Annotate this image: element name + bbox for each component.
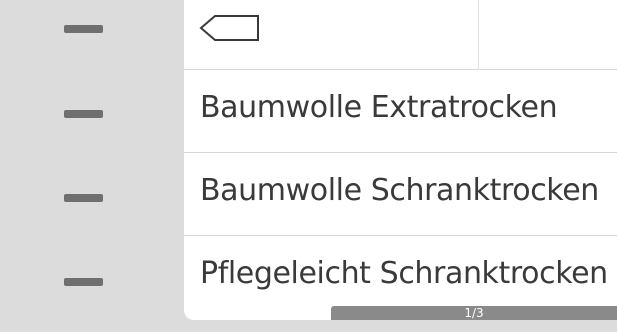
header-divider — [478, 0, 479, 70]
program-list-panel: Baumwolle Extratrocken Baumwolle Schrank… — [184, 0, 617, 320]
row-marker-3 — [64, 194, 103, 202]
program-item-baumwolle-extratrocken[interactable]: Baumwolle Extratrocken — [184, 70, 617, 153]
dryer-program-screen: Baumwolle Extratrocken Baumwolle Schrank… — [0, 0, 617, 332]
program-item-label: Baumwolle Extratrocken — [200, 90, 558, 125]
page-indicator-label: 1/3 — [464, 306, 484, 320]
row-marker-1 — [64, 25, 103, 33]
back-arrow-tag-icon — [199, 15, 259, 41]
list-header — [184, 0, 617, 70]
row-marker-2 — [64, 110, 103, 118]
row-marker-4 — [64, 278, 103, 286]
page-indicator: 1/3 — [331, 306, 617, 320]
back-button[interactable] — [198, 12, 262, 46]
program-item-label: Pflegeleicht Schranktrocken — [200, 256, 608, 291]
program-item-baumwolle-schranktrocken[interactable]: Baumwolle Schranktrocken — [184, 153, 617, 236]
program-item-label: Baumwolle Schranktrocken — [200, 173, 599, 208]
